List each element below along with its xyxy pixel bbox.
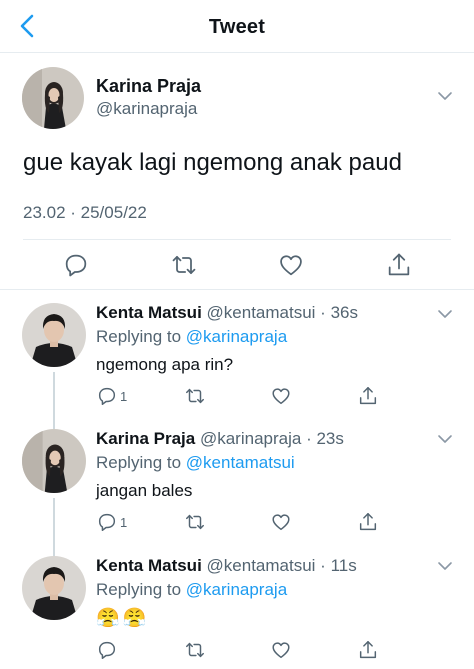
like-icon[interactable]	[277, 251, 305, 279]
replying-to: Replying to @karinapraja	[96, 327, 287, 347]
reply-time: 36s	[330, 303, 358, 322]
reply-tweet[interactable]: Kenta Matsui @kentamatsui · 36s Replying…	[0, 290, 474, 419]
retweet-icon[interactable]	[184, 385, 206, 407]
share-icon[interactable]	[357, 385, 379, 407]
author-name[interactable]: Kenta Matsui	[96, 556, 202, 575]
avatar[interactable]	[22, 303, 86, 367]
page-title: Tweet	[208, 16, 266, 38]
reply-count: 1	[120, 389, 128, 404]
reply-text: jangan bales	[96, 481, 193, 500]
reply-text: ngemong apa rin?	[96, 355, 234, 374]
reply-time: 23s	[316, 429, 344, 448]
author-name[interactable]: Karina Praja	[96, 76, 201, 97]
thread-line	[53, 372, 55, 419]
avatar[interactable]	[22, 67, 84, 129]
mention-link[interactable]: @karinapraja	[186, 327, 287, 346]
main-tweet: Karina Praja @karinapraja gue kayak lagi…	[0, 53, 474, 290]
replying-label: Replying to	[96, 580, 182, 599]
retweet-icon[interactable]	[170, 251, 198, 279]
author-handle[interactable]: @kentamatsui	[207, 303, 316, 322]
chevron-down-icon[interactable]	[436, 89, 454, 103]
share-icon[interactable]	[357, 639, 379, 661]
reply-header: Kenta Matsui @kentamatsui · 11s	[96, 556, 357, 576]
author-handle[interactable]: @kentamatsui	[207, 556, 316, 575]
chevron-down-icon[interactable]	[436, 432, 454, 446]
like-icon[interactable]	[270, 639, 292, 661]
tweet-timestamp[interactable]: 23.02 · 25/05/22	[23, 203, 147, 223]
reply-tweet[interactable]: Kenta Matsui @kentamatsui · 11s Replying…	[0, 542, 474, 669]
reply-icon[interactable]	[96, 385, 118, 407]
author-name[interactable]: Karina Praja	[96, 429, 195, 448]
reply-icon[interactable]	[62, 251, 90, 279]
share-icon[interactable]	[385, 251, 413, 279]
author-handle[interactable]: @karinapraja	[96, 99, 197, 119]
share-icon[interactable]	[357, 511, 379, 533]
reply-text: 😤😤	[96, 608, 150, 629]
reply-time: 11s	[330, 556, 357, 575]
separator-dot: ·	[315, 556, 331, 575]
like-icon[interactable]	[270, 511, 292, 533]
author-name[interactable]: Kenta Matsui	[96, 303, 202, 322]
reply-count: 1	[120, 515, 128, 530]
avatar[interactable]	[22, 556, 86, 620]
reply-header: Kenta Matsui @kentamatsui · 36s	[96, 303, 358, 323]
thread-line	[53, 415, 55, 429]
mention-link[interactable]: @kentamatsui	[186, 453, 295, 472]
chevron-down-icon[interactable]	[436, 559, 454, 573]
reply-tweet[interactable]: Karina Praja @karinapraja · 23s Replying…	[0, 415, 474, 546]
retweet-icon[interactable]	[184, 639, 206, 661]
divider	[23, 239, 451, 240]
like-icon[interactable]	[270, 385, 292, 407]
mention-link[interactable]: @karinapraja	[186, 580, 287, 599]
avatar[interactable]	[22, 429, 86, 493]
thread-line	[53, 542, 55, 556]
top-bar: Tweet	[0, 0, 474, 53]
reply-icon[interactable]	[96, 639, 118, 661]
replying-to: Replying to @karinapraja	[96, 580, 287, 600]
replying-to: Replying to @kentamatsui	[96, 453, 295, 473]
reply-header: Karina Praja @karinapraja · 23s	[96, 429, 344, 449]
retweet-icon[interactable]	[184, 511, 206, 533]
separator-dot: ·	[315, 303, 331, 322]
thread-line	[53, 498, 55, 546]
author-handle[interactable]: @karinapraja	[200, 429, 301, 448]
replying-label: Replying to	[96, 453, 182, 472]
tweet-text: gue kayak lagi ngemong anak paud	[23, 149, 402, 176]
replying-label: Replying to	[96, 327, 182, 346]
chevron-down-icon[interactable]	[436, 307, 454, 321]
reply-icon[interactable]	[96, 511, 118, 533]
separator-dot: ·	[301, 429, 317, 448]
